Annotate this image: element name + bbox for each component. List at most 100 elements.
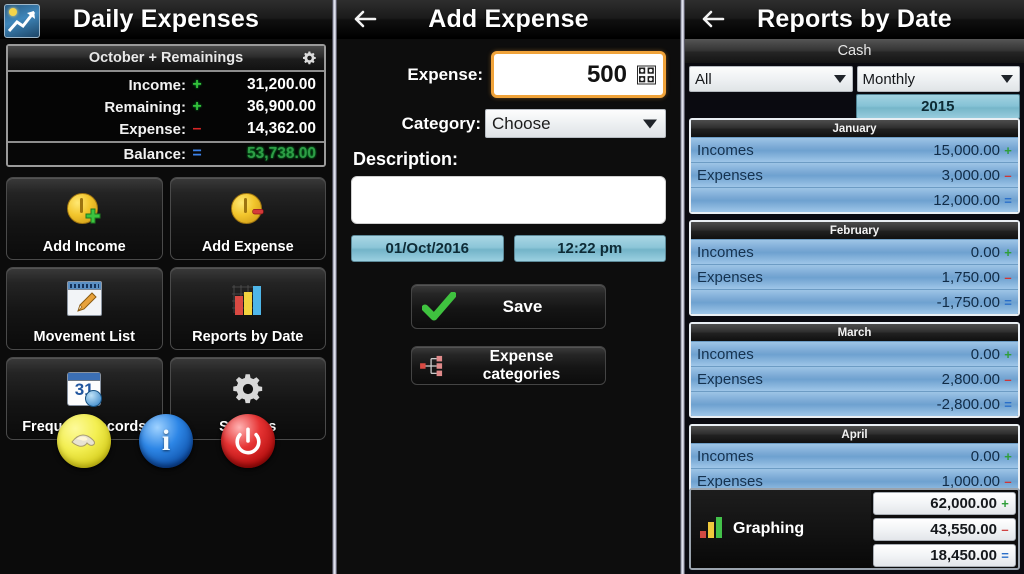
- summary-label: Remaining:: [104, 98, 186, 116]
- summary-card: October + Remainings Income: + 31,200.00…: [6, 44, 326, 167]
- row-value: 0.00: [970, 447, 1000, 465]
- table-row[interactable]: -2,800.00 =: [691, 391, 1018, 416]
- expense-categories-label: Expense categories: [482, 347, 561, 383]
- row-value: -2,800.00: [936, 395, 1000, 413]
- expense-categories-button[interactable]: Expense categories: [411, 346, 606, 385]
- row-value: 3,000.00: [941, 166, 1000, 184]
- plus-icon: +: [1004, 448, 1012, 464]
- month-block-january: January Incomes 15,000.00 + Expenses 3,0…: [689, 118, 1020, 214]
- table-row[interactable]: Expenses 1,000.00 –: [691, 468, 1018, 490]
- add-expense-button[interactable]: Add Expense: [169, 177, 326, 260]
- keypad-icon[interactable]: [637, 65, 656, 84]
- month-name: April: [841, 428, 868, 441]
- table-row[interactable]: -1,750.00 =: [691, 289, 1018, 314]
- account-label: Cash: [837, 43, 872, 59]
- save-button[interactable]: Save: [411, 284, 606, 329]
- summary-row-income: Income: + 31,200.00: [8, 74, 324, 96]
- category-select[interactable]: Choose: [485, 109, 666, 138]
- category-value: Choose: [492, 113, 551, 133]
- row-value: 0.00: [970, 243, 1000, 261]
- power-exit-icon[interactable]: [221, 414, 275, 468]
- account-filter-select[interactable]: All: [689, 66, 853, 92]
- month-header: April: [691, 426, 1018, 443]
- gear-icon[interactable]: [302, 51, 317, 66]
- gear-icon: [231, 372, 265, 406]
- donate-icon[interactable]: [57, 414, 111, 468]
- table-row[interactable]: Incomes 0.00 +: [691, 239, 1018, 264]
- balance-value: 53,738.00: [247, 145, 316, 162]
- total-value: 62,000.00: [930, 494, 997, 512]
- summary-value: 14,362.00: [247, 120, 316, 137]
- summary-header: October + Remainings: [8, 46, 324, 72]
- plus-icon: +: [1004, 142, 1012, 158]
- summary-value: 36,900.00: [247, 98, 316, 115]
- minus-icon: –: [1004, 269, 1012, 285]
- equals-icon: =: [192, 145, 202, 162]
- month-block-april: April Incomes 0.00 + Expenses 1,000.00 –: [689, 424, 1020, 490]
- info-icon[interactable]: i: [139, 414, 193, 468]
- table-row[interactable]: Expenses 3,000.00 –: [691, 162, 1018, 187]
- summary-row-remaining: Remaining: + 36,900.00: [8, 96, 324, 118]
- row-label: Incomes: [697, 141, 754, 159]
- month-block-february: February Incomes 0.00 + Expenses 1,750.0…: [689, 220, 1020, 316]
- table-row[interactable]: 12,000.00 =: [691, 187, 1018, 212]
- table-row[interactable]: Incomes 0.00 +: [691, 341, 1018, 366]
- reports-by-date-label: Reports by Date: [192, 329, 304, 345]
- month-header: January: [691, 120, 1018, 137]
- date-button[interactable]: 01/Oct/2016: [351, 235, 504, 262]
- table-row[interactable]: Incomes 15,000.00 +: [691, 137, 1018, 162]
- reports-by-date-button[interactable]: Reports by Date: [169, 267, 326, 350]
- total-value: 43,550.00: [930, 520, 997, 538]
- filter-row: All Monthly: [685, 63, 1024, 92]
- summary-label: Income:: [128, 76, 186, 94]
- period-select[interactable]: Monthly: [856, 66, 1020, 92]
- graphing-button[interactable]: Graphing: [691, 490, 871, 568]
- summary-row-expense: Expense: – 14,362.00: [8, 118, 324, 140]
- bottom-icon-row: i: [0, 414, 332, 468]
- row-label: Expenses: [697, 370, 763, 388]
- row-value: 0.00: [970, 345, 1000, 363]
- coin-minus-icon: [230, 192, 265, 226]
- row-value: 2,800.00: [941, 370, 1000, 388]
- total-row-income: 62,000.00 +: [873, 491, 1016, 515]
- panel3-titlebar: Reports by Date: [685, 0, 1024, 39]
- total-row-balance: 18,450.00 =: [873, 543, 1016, 567]
- plus-icon: +: [1004, 244, 1012, 260]
- row-label: Incomes: [697, 243, 754, 261]
- add-income-button[interactable]: Add Income: [6, 177, 163, 260]
- page-title: Daily Expenses: [72, 4, 260, 33]
- note-pencil-icon: [66, 281, 102, 316]
- row-value: 1,000.00: [941, 472, 1000, 490]
- description-input[interactable]: [351, 176, 666, 224]
- coin-plus-icon: [67, 192, 101, 226]
- period-value: Monthly: [862, 70, 916, 88]
- plus-icon: +: [192, 98, 202, 115]
- table-row[interactable]: Expenses 1,750.00 –: [691, 264, 1018, 289]
- category-row: Category: Choose: [351, 109, 666, 138]
- expense-amount-row: Expense: 500: [351, 51, 666, 98]
- movement-list-label: Movement List: [33, 329, 135, 345]
- movement-list-button[interactable]: Movement List: [6, 267, 163, 350]
- back-arrow-icon[interactable]: [351, 6, 379, 32]
- row-label: Incomes: [697, 447, 754, 465]
- table-row[interactable]: Incomes 0.00 +: [691, 443, 1018, 468]
- expense-amount-input[interactable]: 500: [491, 51, 666, 98]
- app-logo-icon: [4, 4, 40, 38]
- month-name: January: [832, 122, 877, 135]
- back-arrow-icon[interactable]: [699, 6, 727, 32]
- time-button[interactable]: 12:22 pm: [513, 235, 666, 262]
- minus-icon: –: [1001, 521, 1009, 537]
- bar-chart-icon: [699, 515, 725, 544]
- summary-rows: Income: + 31,200.00 Remaining: + 36,900.…: [8, 72, 324, 141]
- year-button[interactable]: 2015: [855, 94, 1020, 119]
- minus-icon: –: [1004, 473, 1012, 489]
- month-header: March: [691, 324, 1018, 341]
- table-row[interactable]: Expenses 2,800.00 –: [691, 366, 1018, 391]
- description-label: Description:: [353, 149, 459, 169]
- monthly-report-list[interactable]: January Incomes 15,000.00 + Expenses 3,0…: [689, 118, 1020, 490]
- page-title: Add Expense: [428, 4, 589, 33]
- total-value: 18,450.00: [930, 546, 997, 564]
- main-menu-grid: Add Income Add Expense Movement List Rep…: [6, 177, 326, 440]
- app-screenshot: Daily Expenses October + Remainings Inco…: [0, 0, 1024, 574]
- month-name: February: [829, 224, 880, 237]
